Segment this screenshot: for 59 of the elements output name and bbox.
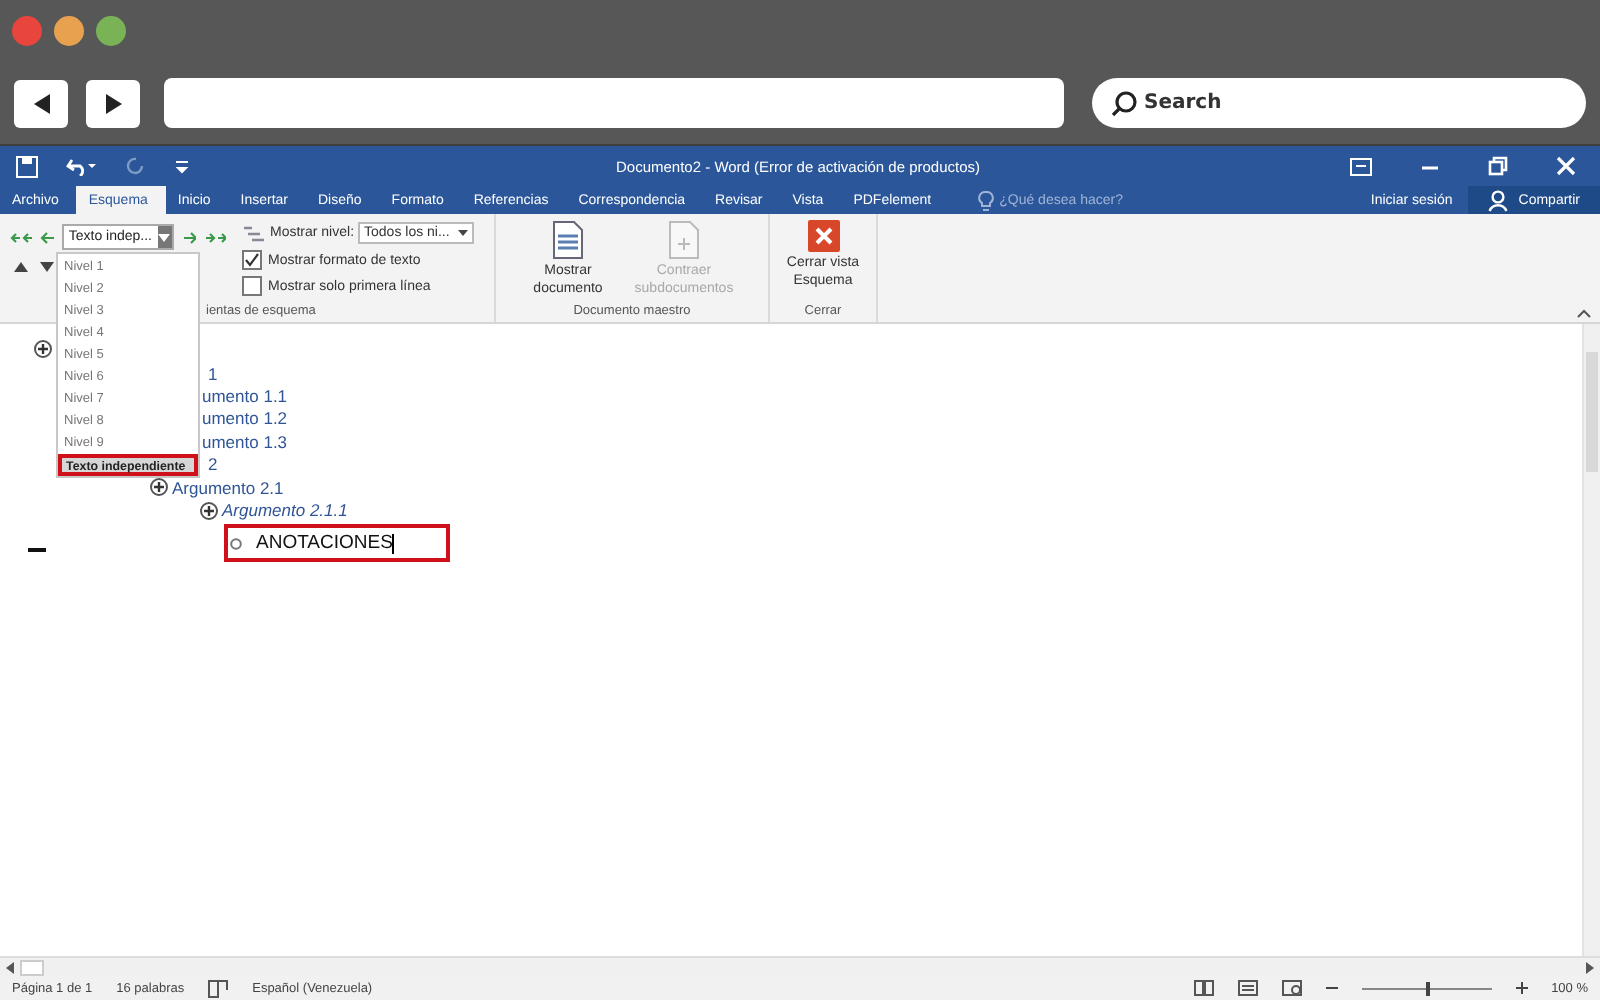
expand-plus-icon[interactable] — [200, 501, 218, 520]
scrollbar-thumb[interactable] — [20, 959, 44, 975]
outline-heading: umento 1.3 — [202, 431, 288, 452]
close-dot-icon[interactable] — [12, 16, 42, 46]
print-layout-icon[interactable] — [1237, 980, 1258, 996]
vertical-scrollbar[interactable] — [1582, 324, 1600, 956]
outline-heading: 1 — [208, 363, 218, 384]
save-icon[interactable] — [16, 155, 38, 177]
address-field[interactable] — [164, 78, 1064, 128]
back-button[interactable] — [14, 79, 68, 127]
read-mode-icon[interactable] — [1193, 980, 1214, 996]
outline-heading: 2 — [208, 454, 218, 475]
undo-icon[interactable] — [66, 156, 98, 176]
search-icon — [1110, 90, 1138, 118]
scroll-left-icon[interactable] — [6, 961, 14, 973]
search-field[interactable]: Search — [1092, 78, 1586, 128]
demote-icon[interactable] — [181, 229, 196, 245]
move-up-icon[interactable] — [14, 262, 28, 272]
checkbox[interactable] — [242, 250, 262, 270]
document-icon — [552, 220, 584, 260]
dropdown-arrow-icon — [158, 233, 171, 241]
proofing-icon[interactable] — [208, 979, 229, 997]
zoom-dot-icon[interactable] — [96, 16, 126, 46]
dropdown-arrow-icon — [457, 230, 468, 236]
outline-heading: Argumento 2.1.1 — [222, 500, 348, 521]
redo-icon[interactable] — [126, 156, 146, 176]
body-text: ANOTACIONES — [224, 524, 451, 563]
collapse-ribbon-icon[interactable] — [1576, 308, 1592, 318]
zoom-slider-thumb[interactable] — [1426, 981, 1431, 995]
zoom-out-icon[interactable] — [1325, 982, 1338, 994]
back-icon — [29, 91, 53, 115]
checkmark-icon — [244, 252, 260, 268]
promote-icon[interactable] — [40, 229, 55, 245]
document-icon — [668, 220, 700, 260]
checkbox[interactable] — [242, 276, 262, 296]
forward-button[interactable] — [86, 79, 140, 127]
outline-heading: umento 1.1 — [202, 386, 288, 407]
customize-icon[interactable] — [174, 158, 190, 174]
restore-icon[interactable] — [1488, 156, 1508, 176]
move-down-icon[interactable] — [40, 262, 54, 272]
lightbulb-icon — [977, 189, 994, 211]
close-icon — [807, 220, 839, 252]
web-layout-icon[interactable] — [1281, 980, 1302, 996]
minimize-dot-icon[interactable] — [54, 16, 84, 46]
outline-heading: umento 1.2 — [202, 408, 288, 429]
close-icon[interactable] — [1556, 156, 1576, 176]
demote-to-body-icon[interactable] — [203, 229, 226, 245]
body-text-bullet-icon — [230, 537, 242, 550]
outline-heading: Argumento 2.1 — [172, 477, 284, 498]
zoom-in-icon[interactable] — [1515, 982, 1528, 994]
scroll-right-icon[interactable] — [1586, 961, 1594, 973]
promote-to-heading-icon[interactable] — [10, 229, 33, 245]
show-level-icon — [242, 223, 266, 243]
expand-plus-icon[interactable] — [34, 339, 52, 357]
horizontal-scrollbar[interactable] — [0, 956, 1600, 976]
forward-icon — [101, 91, 125, 115]
expand-plus-icon[interactable] — [150, 478, 168, 497]
body-level-marker — [28, 548, 46, 551]
ribbon-display-icon[interactable] — [1350, 157, 1372, 175]
